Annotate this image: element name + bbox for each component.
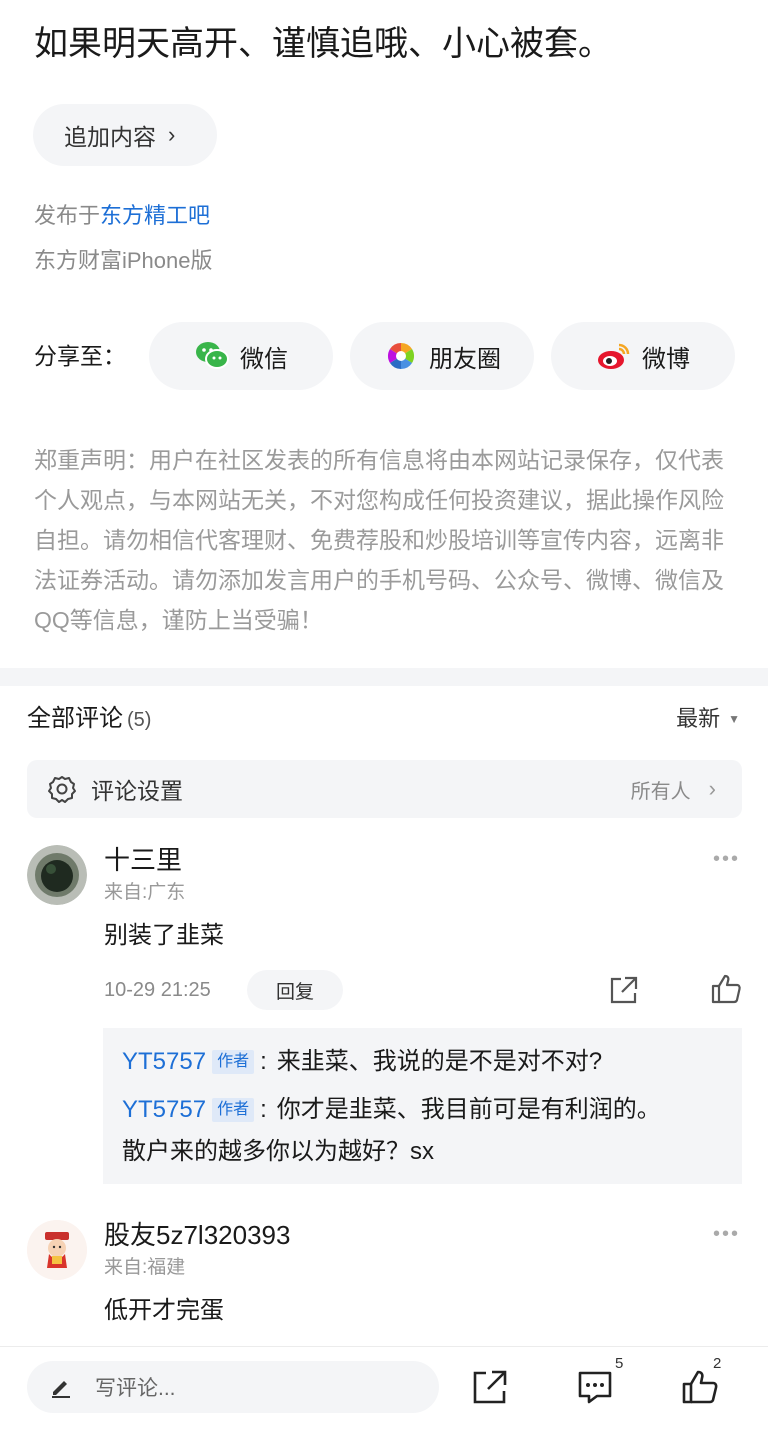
comment-time: 10-29 21:25 — [104, 979, 211, 1001]
write-comment-placeholder: 写评论... — [95, 1377, 176, 1400]
reply-item[interactable]: YT5757 作者: 你才是韭菜、我目前可是有利润的。 — [122, 1093, 661, 1127]
comment-settings-value: 所有人 — [630, 780, 691, 803]
reply-colon: : — [260, 1048, 267, 1075]
weibo-icon — [596, 338, 632, 374]
more-options-icon[interactable]: ••• — [713, 1223, 740, 1246]
comment-location: 来自:广东 — [104, 882, 186, 903]
share-weibo-label: 微博 — [642, 345, 690, 373]
append-content-button[interactable]: 追加内容 › — [33, 104, 217, 166]
forum-link[interactable]: 东方精工吧 — [100, 203, 210, 228]
section-divider — [0, 668, 768, 686]
like-count-badge: 2 — [713, 1355, 722, 1372]
reply-colon: : — [260, 1096, 267, 1123]
share-icon[interactable] — [470, 1367, 510, 1407]
client-source: 东方财富iPhone版 — [34, 248, 213, 273]
moments-icon — [383, 338, 419, 374]
share-weibo-button[interactable]: 微博 — [551, 322, 735, 390]
append-content-label: 追加内容 — [64, 124, 156, 150]
reply-user[interactable]: YT5757 — [122, 1048, 206, 1075]
reply-label: 回复 — [275, 981, 314, 1003]
comment-settings-value-group: 所有人 › — [631, 775, 716, 804]
comments-count: (5) — [127, 709, 152, 731]
comment-text: 别装了韭菜 — [104, 922, 224, 949]
author-badge: 作者 — [212, 1098, 255, 1122]
gear-icon — [47, 774, 77, 804]
comment-author[interactable]: 股友5z7l320393 — [104, 1218, 290, 1252]
bottom-action-bar: 写评论... 5 2 — [0, 1346, 768, 1449]
reply-item[interactable]: YT5757 作者: 来韭菜、我说的是不是对不对? — [122, 1045, 602, 1079]
sort-dropdown[interactable]: 最新 ▼ — [676, 704, 740, 734]
share-moments-label: 朋友圈 — [429, 345, 501, 373]
write-comment-input[interactable]: 写评论... — [27, 1361, 439, 1413]
published-prefix: 发布于 — [34, 203, 101, 228]
comments-title: 全部评论 — [27, 705, 123, 732]
like-icon[interactable] — [709, 972, 743, 1006]
post-text: 如果明天高开、谨慎追哦、小心被套。 — [34, 25, 612, 63]
reply-button[interactable]: 回复 — [247, 970, 343, 1010]
comment-count-badge: 5 — [615, 1355, 624, 1372]
caret-down-icon: ▼ — [728, 712, 740, 726]
comment-text: 低开才完蛋 — [104, 1297, 224, 1324]
reply-text-continued: 散户来的越多你以为越好？sx — [122, 1138, 434, 1165]
comment-settings-bar[interactable]: 评论设置 所有人 › — [27, 760, 742, 818]
share-icon[interactable] — [607, 973, 641, 1007]
pencil-icon — [49, 1375, 73, 1399]
chevron-right-icon: › — [168, 122, 176, 147]
replies-box: YT5757 作者: 来韭菜、我说的是不是对不对? YT5757 作者: 你才是韭菜、我… — [103, 1028, 742, 1184]
reply-text: 你才是韭菜、我目前可是有利润的。 — [276, 1096, 661, 1123]
like-icon[interactable] — [680, 1367, 720, 1407]
sort-label: 最新 — [676, 706, 721, 731]
share-label: 分享至： — [34, 343, 126, 369]
comment-settings-label: 评论设置 — [91, 778, 183, 804]
comment-icon[interactable] — [575, 1367, 615, 1407]
share-wechat-label: 微信 — [240, 345, 288, 373]
avatar[interactable] — [27, 1220, 87, 1280]
share-wechat-button[interactable]: 微信 — [149, 322, 333, 390]
reply-text: 来韭菜、我说的是不是对不对? — [276, 1048, 603, 1075]
comment-author[interactable]: 十三里 — [104, 843, 182, 877]
avatar[interactable] — [27, 845, 87, 905]
published-in: 发布于东方精工吧 — [34, 200, 210, 232]
wechat-icon — [194, 338, 230, 374]
more-options-icon[interactable]: ••• — [713, 848, 740, 871]
comments-header: 全部评论 (5) — [27, 702, 151, 737]
share-moments-button[interactable]: 朋友圈 — [350, 322, 534, 390]
chevron-right-icon: › — [708, 776, 716, 801]
reply-user[interactable]: YT5757 — [122, 1096, 206, 1123]
disclaimer-text: 郑重声明：用户在社区发表的所有信息将由本网站记录保存，仅代表个人观点，与本网站无… — [34, 447, 724, 633]
author-badge: 作者 — [212, 1050, 255, 1074]
comment-location: 来自:福建 — [104, 1257, 186, 1278]
